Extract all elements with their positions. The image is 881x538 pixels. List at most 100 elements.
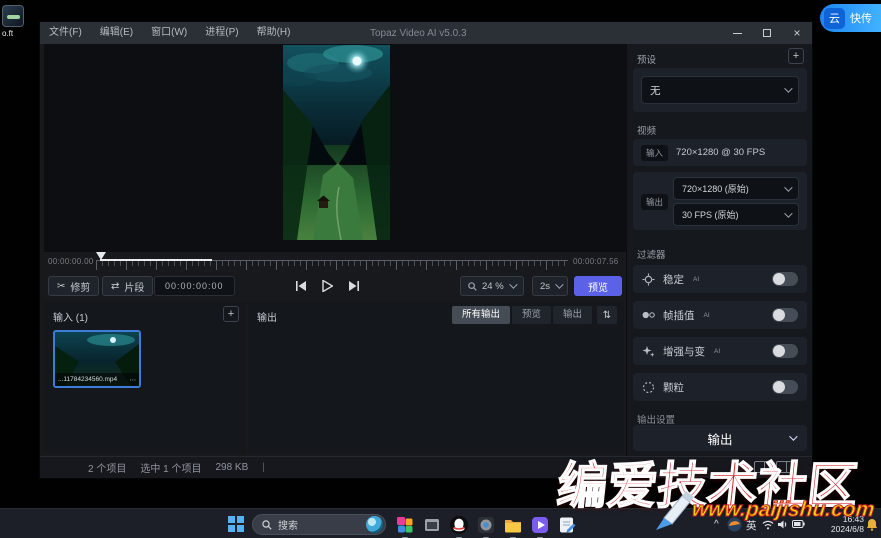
stabilize-toggle[interactable] [772, 272, 798, 286]
taskbar-search[interactable]: 搜索 [252, 514, 386, 535]
outputs-panel: 输出 所有输出 预览 输出 ⇅ [248, 302, 624, 454]
video-input-info-row: 输入 720×1280 @ 30 FPS [633, 139, 807, 166]
titlebar: 文件(F) 编辑(E) 窗口(W) 进程(P) 帮助(H) Topaz Vide… [40, 22, 812, 44]
menu-edit[interactable]: 编辑(E) [91, 22, 142, 44]
stabilize-icon [642, 273, 655, 286]
app-window: 文件(F) 编辑(E) 窗口(W) 进程(P) 帮助(H) Topaz Vide… [40, 22, 812, 478]
desktop-shortcut-icon [2, 5, 24, 27]
status-divider: | [262, 462, 265, 473]
search-daily-image [366, 516, 383, 533]
trim-button[interactable]: ✂ 修剪 [48, 276, 99, 296]
frame-interpolation-icon [642, 309, 655, 322]
tab-all-outputs[interactable]: 所有输出 [452, 306, 510, 324]
tab-exports[interactable]: 输出 [553, 306, 592, 324]
preset-dropdown[interactable]: 无 [641, 76, 799, 104]
next-frame-button[interactable] [342, 276, 364, 296]
timeline-start-time: 00:00:00.00 [48, 257, 94, 266]
sort-button[interactable]: ⇅ [597, 306, 617, 324]
desktop-shortcut-label: o.ft [2, 29, 36, 38]
chevron-down-icon [784, 209, 792, 217]
zoom-level-dropdown[interactable]: 24 % [460, 276, 524, 296]
preview-button[interactable]: 预览 [574, 276, 622, 296]
minimize-icon[interactable] [722, 22, 752, 44]
outputs-header: 输出 [257, 309, 277, 324]
more-icon[interactable]: ⋯ [130, 376, 137, 384]
outputs-filter-tabs: 所有输出 预览 输出 [452, 306, 592, 324]
input-badge: 输入 [641, 145, 668, 161]
filter-frame-interpolation-row[interactable]: 帧插值AI [633, 301, 807, 329]
media-player-icon[interactable] [529, 514, 551, 536]
search-icon [262, 520, 272, 530]
magnifier-icon [468, 282, 477, 291]
chevron-down-icon [509, 280, 517, 288]
video-preview [283, 45, 390, 240]
qq-icon[interactable] [448, 514, 470, 536]
chevron-down-icon [784, 84, 792, 92]
search-placeholder: 搜索 [278, 517, 298, 532]
settings-panel: 预设 + 无 视频 输入 720×1280 @ 30 FPS 输出 720×12… [626, 44, 812, 456]
selected-count: 选中 1 个项目 [140, 460, 201, 475]
preset-header: 预设 [637, 52, 656, 66]
add-input-button[interactable]: + [223, 306, 239, 322]
previous-frame-button[interactable] [290, 276, 312, 296]
add-preset-button[interactable]: + [788, 48, 804, 64]
chevron-down-icon [789, 432, 797, 440]
file-explorer-icon[interactable] [502, 514, 524, 536]
filters-header: 过滤器 [637, 247, 666, 261]
project-count: 2 个项目 [88, 460, 126, 475]
input-info: 720×1280 @ 30 FPS [676, 147, 765, 158]
stylus-cursor [652, 488, 698, 538]
preset-card: 无 [633, 68, 807, 112]
desktop-shortcut[interactable]: o.ft [2, 5, 36, 38]
timecode-field[interactable]: 00:00:00:00 [154, 276, 235, 296]
input-file-name: ...11784234560.mp4 [58, 376, 117, 383]
quick-transfer-label: 快传 [850, 10, 872, 26]
sparkle-icon [642, 345, 655, 358]
output-badge: 输出 [641, 194, 668, 210]
timeline-progress [100, 259, 212, 261]
video-output-card: 输出 720×1280 (原始) 30 FPS (原始) [633, 172, 807, 230]
resolution-dropdown[interactable]: 720×1280 (原始) [673, 177, 799, 200]
timeline-end-time: 00:00:07.56 [573, 257, 619, 266]
scissors-icon: ✂ [57, 281, 65, 292]
frame-interpolation-toggle[interactable] [772, 308, 798, 322]
filter-grain-row[interactable]: 颗粒 [633, 373, 807, 401]
tab-previews[interactable]: 预览 [512, 306, 551, 324]
play-button[interactable] [316, 276, 338, 296]
window-title: Topaz Video AI v5.0.3 [370, 28, 467, 39]
menu-file[interactable]: 文件(F) [40, 22, 91, 44]
clip-icon: ⇄ [111, 281, 119, 292]
timeline-ruler[interactable] [96, 252, 568, 270]
enhance-toggle[interactable] [772, 344, 798, 358]
timeline-playhead[interactable] [96, 252, 106, 260]
start-button[interactable] [228, 516, 244, 532]
video-frame-image [283, 45, 390, 240]
grain-toggle[interactable] [772, 380, 798, 394]
filter-stabilize-row[interactable]: 稳定AI [633, 265, 807, 293]
filter-enhance-row[interactable]: 增强与变AI [633, 337, 807, 365]
clock-date: 2024/6/8 [808, 524, 864, 534]
menu-process[interactable]: 进程(P) [196, 22, 247, 44]
menu-window[interactable]: 窗口(W) [142, 22, 196, 44]
maximize-icon[interactable] [752, 22, 782, 44]
grain-icon [642, 381, 655, 394]
chevron-down-icon [555, 280, 563, 288]
gear-app-icon[interactable] [475, 514, 497, 536]
app-icon-colorful[interactable] [394, 514, 416, 536]
close-icon[interactable]: × [782, 22, 812, 44]
video-preview-area [44, 44, 626, 252]
preview-duration-dropdown[interactable]: 2s [532, 276, 568, 296]
cloud-logo-icon: 云 [824, 8, 845, 29]
watermark-url: www.paijishu.com [691, 498, 876, 522]
framerate-dropdown[interactable]: 30 FPS (原始) [673, 203, 799, 226]
clip-button[interactable]: ⇄ 片段 [102, 276, 153, 296]
quick-transfer-widget[interactable]: 云 快传 [820, 4, 881, 32]
video-section-header: 视频 [637, 123, 656, 137]
project-size: 298 KB [215, 462, 248, 473]
inputs-header: 输入 (1) [53, 309, 88, 324]
menu-help[interactable]: 帮助(H) [248, 22, 300, 44]
input-thumbnail[interactable]: ...11784234560.mp4 ⋯ [53, 330, 141, 388]
inputs-panel: 输入 (1) + ...11784234560.mp4 ⋯ [44, 302, 246, 454]
app-icon-window[interactable] [421, 514, 443, 536]
chevron-down-icon [784, 183, 792, 191]
